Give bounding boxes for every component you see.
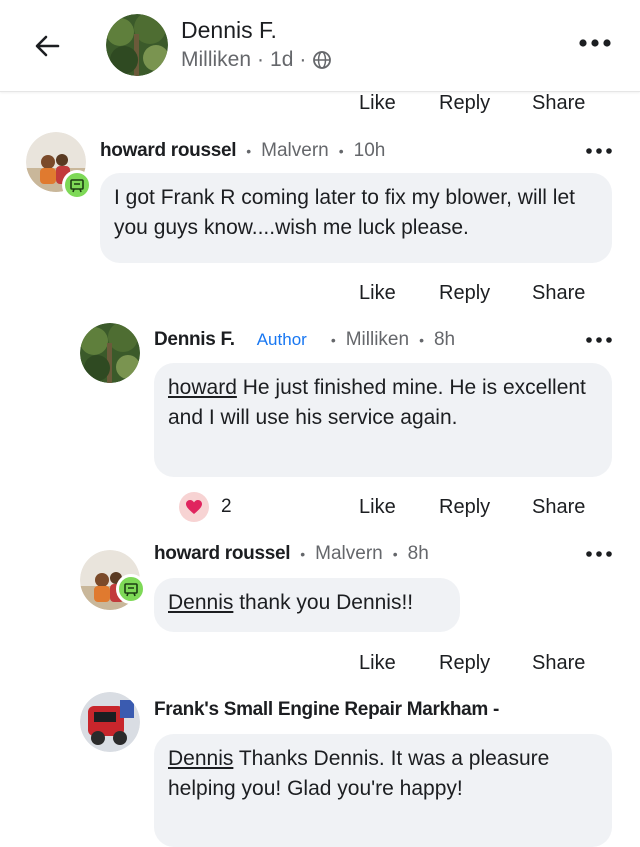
like-button[interactable]: Like [359, 496, 396, 519]
top-fan-badge-icon [116, 574, 146, 604]
comment-time[interactable]: 8h [434, 329, 455, 351]
reply-button[interactable]: Reply [439, 282, 490, 305]
mention-link[interactable]: Dennis [168, 591, 233, 614]
comment-text: thank you Dennis!! [233, 591, 414, 614]
comment-meta: howard roussel • Malvern • 10h [100, 140, 385, 162]
author-badge: Author [256, 330, 307, 349]
reaction-count: 2 [221, 496, 232, 517]
avatar-photo [80, 323, 140, 383]
bullet-separator: • [300, 546, 306, 562]
globe-icon [313, 51, 332, 69]
more-options-icon[interactable] [575, 30, 615, 56]
poster-location: Milliken [181, 48, 252, 71]
commenter-avatar[interactable] [80, 550, 146, 610]
like-button[interactable]: Like [359, 92, 396, 115]
share-button[interactable]: Share [532, 652, 585, 675]
mention-link[interactable]: howard [168, 376, 237, 399]
commenter-avatar[interactable] [26, 132, 92, 200]
bullet-separator: • [338, 143, 344, 159]
avatar-photo [80, 692, 140, 752]
post-meta: Milliken · 1d · [181, 48, 332, 72]
commenter-location: Malvern [261, 140, 329, 161]
heart-reaction-icon [179, 492, 209, 522]
bullet-separator: • [246, 143, 252, 159]
bullet-separator: • [419, 332, 424, 348]
author-avatar[interactable] [80, 323, 140, 383]
back-arrow-icon[interactable] [28, 26, 68, 66]
comment-time[interactable]: 8h [408, 543, 429, 565]
commenter-name[interactable]: howard roussel [100, 140, 237, 162]
commenter-name[interactable]: howard roussel [154, 543, 291, 565]
like-button[interactable]: Like [359, 282, 396, 305]
share-button[interactable]: Share [532, 282, 585, 305]
comment-time[interactable]: 10h [354, 140, 386, 162]
comment-more-icon[interactable] [584, 146, 614, 156]
poster-avatar[interactable] [106, 14, 168, 76]
meta-separator: · [299, 48, 307, 71]
comment-bubble: Dennis thank you Dennis!! [154, 578, 460, 632]
commenter-name[interactable]: Frank's Small Engine Repair Markham - [154, 699, 499, 721]
commenter-location: Milliken [345, 329, 410, 350]
poster-name[interactable]: Dennis F. [181, 17, 277, 44]
comment-meta: howard roussel • Malvern • 8h [154, 543, 429, 565]
comment-bubble: Dennis Thanks Dennis. It was a pleasure … [154, 734, 612, 847]
share-button[interactable]: Share [532, 92, 585, 115]
mention-link[interactable]: Dennis [168, 747, 233, 770]
meta-separator: · [257, 48, 265, 71]
reaction-summary[interactable]: 2 [179, 492, 232, 522]
bullet-separator: • [330, 332, 336, 348]
comment-more-icon[interactable] [584, 549, 614, 559]
comment-text: I got Frank R coming later to fix my blo… [114, 186, 575, 239]
reply-button[interactable]: Reply [439, 652, 490, 675]
top-fan-badge-icon [62, 170, 92, 200]
comment-bubble: I got Frank R coming later to fix my blo… [100, 173, 612, 263]
business-avatar[interactable] [80, 692, 140, 752]
share-button[interactable]: Share [532, 496, 585, 519]
reply-button[interactable]: Reply [439, 92, 490, 115]
comment-bubble: howard He just finished mine. He is exce… [154, 363, 612, 477]
post-header: Dennis F. Milliken · 1d · [0, 0, 640, 92]
commenter-location: Malvern [315, 543, 383, 564]
post-time[interactable]: 1d [270, 48, 293, 72]
commenter-name[interactable]: Dennis F. [154, 329, 235, 351]
reply-button[interactable]: Reply [439, 496, 490, 519]
comment-meta: Dennis F. Author • Milliken • 8h [154, 329, 455, 351]
like-button[interactable]: Like [359, 652, 396, 675]
comment-more-icon[interactable] [584, 335, 614, 345]
comment-meta: Frank's Small Engine Repair Markham - [154, 699, 499, 721]
bullet-separator: • [392, 546, 398, 562]
